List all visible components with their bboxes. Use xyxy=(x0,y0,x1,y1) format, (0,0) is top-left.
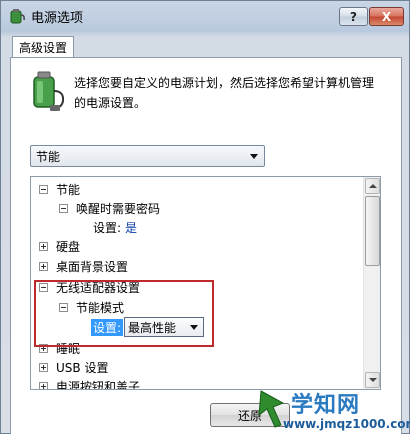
site-watermark: 学知网 www.jmqz1000.com xyxy=(253,387,410,434)
setting-row-wake-password[interactable]: 设置: 是 xyxy=(93,217,137,237)
tree-node-desktop-background[interactable]: 桌面背景设置 xyxy=(39,256,128,276)
tree-node-energy-saver[interactable]: 节能 xyxy=(39,179,80,199)
tree-node-label: USB 设置 xyxy=(56,360,109,375)
power-plan-dropdown[interactable]: 节能 xyxy=(30,145,265,167)
tree-node-label: 唤醒时需要密码 xyxy=(76,201,161,216)
annotation-highlight-box xyxy=(34,280,214,347)
description-text: 选择您要自定义的电源计划，然后选择您希望计算机管理的电源设置。 xyxy=(74,76,375,110)
tree-node-usb-settings[interactable]: USB 设置 xyxy=(39,357,108,377)
power-options-icon xyxy=(10,9,25,24)
watermark-url: www.jmqz1000.com xyxy=(283,417,410,431)
scroll-down-icon[interactable] xyxy=(365,372,380,388)
tree-node-label: 电源按钮和盖子 xyxy=(56,379,141,390)
help-button[interactable]: ? xyxy=(339,7,368,26)
scrollbar-thumb[interactable] xyxy=(365,196,380,266)
scroll-up-icon[interactable] xyxy=(365,178,380,194)
tab-advanced-settings[interactable]: 高级设置 xyxy=(12,36,74,58)
tree-node-wake-password[interactable]: 唤醒时需要密码 xyxy=(59,198,160,218)
tree-node-label: 桌面背景设置 xyxy=(56,259,129,274)
chevron-down-icon xyxy=(250,154,258,159)
battery-plug-icon xyxy=(33,71,65,111)
expand-icon[interactable] xyxy=(39,261,48,271)
expand-icon[interactable] xyxy=(39,381,48,389)
setting-value[interactable]: 是 xyxy=(125,219,137,236)
tree-node-power-buttons-lid[interactable]: 电源按钮和盖子 xyxy=(39,376,141,390)
tree-node-label: 节能 xyxy=(56,182,81,197)
tree-node-hard-disk[interactable]: 硬盘 xyxy=(39,236,80,256)
tree-node-label: 硬盘 xyxy=(56,239,81,254)
expand-icon[interactable] xyxy=(39,362,48,372)
expand-icon[interactable] xyxy=(39,241,48,251)
collapse-icon[interactable] xyxy=(39,184,48,194)
power-options-window: 电源选项 ? X 高级设置 选择您要自定义的电源计划，然后选择您希望计算机管理的… xyxy=(0,0,410,434)
close-button[interactable]: X xyxy=(369,7,404,26)
power-plan-value: 节能 xyxy=(36,149,61,164)
watermark-title: 学知网 xyxy=(291,393,361,418)
window-title: 电源选项 xyxy=(31,10,84,26)
vertical-scrollbar[interactable] xyxy=(363,177,380,389)
collapse-icon[interactable] xyxy=(59,203,68,213)
setting-label: 设置: xyxy=(93,220,122,235)
